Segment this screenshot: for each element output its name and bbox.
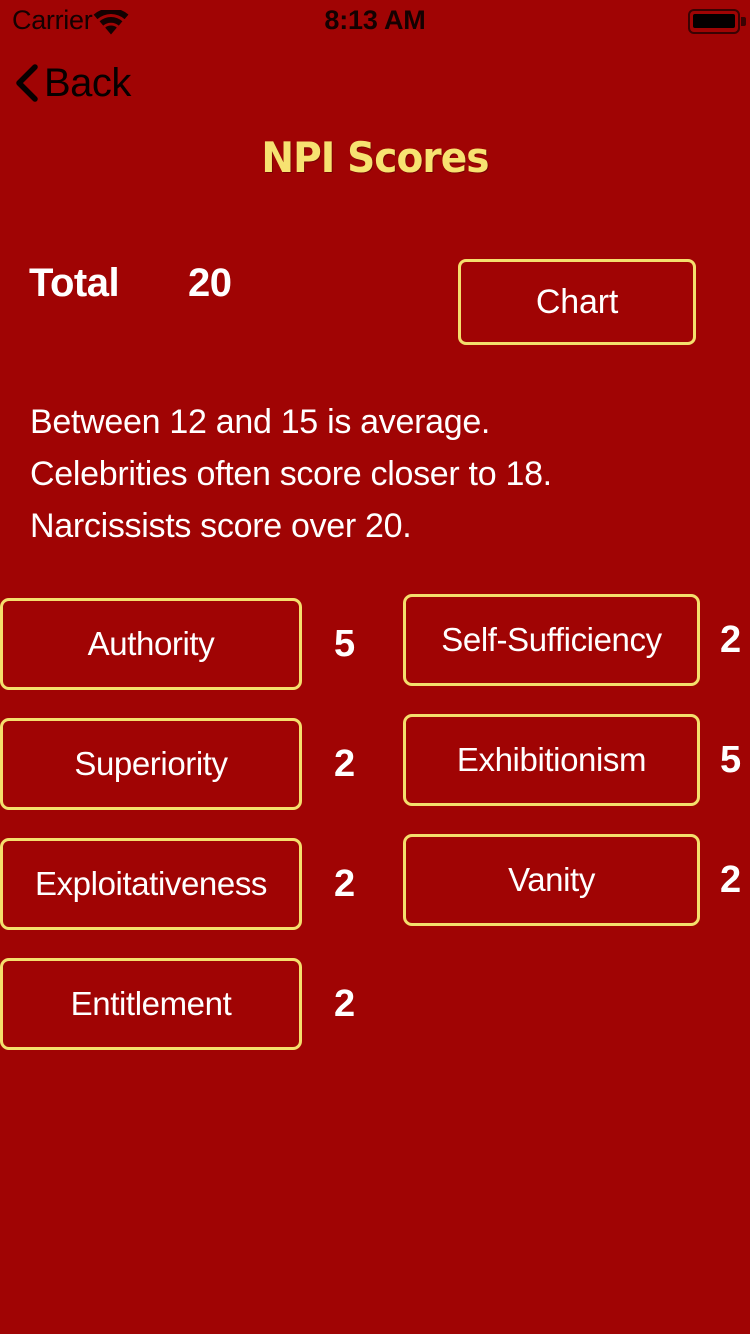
trait-button-exploitativeness[interactable]: Exploitativeness	[0, 838, 302, 930]
trait-button-exhibitionism[interactable]: Exhibitionism	[403, 714, 700, 806]
trait-button-superiority[interactable]: Superiority	[0, 718, 302, 810]
trait-score-exhibitionism: 5	[720, 738, 742, 781]
npi-scores-screen: Carrier 8:13 AM Back NPI Scores Total 20…	[0, 0, 750, 1334]
score-grid: Authority 5 Superiority 2 Exploitativene…	[0, 0, 750, 1050]
trait-score-entitlement: 2	[334, 982, 356, 1025]
trait-button-self-sufficiency[interactable]: Self-Sufficiency	[403, 594, 700, 686]
trait-button-vanity[interactable]: Vanity	[403, 834, 700, 926]
trait-score-superiority: 2	[334, 742, 356, 785]
trait-button-entitlement[interactable]: Entitlement	[0, 958, 302, 1050]
trait-button-authority[interactable]: Authority	[0, 598, 302, 690]
trait-score-vanity: 2	[720, 858, 742, 901]
trait-score-self-sufficiency: 2	[720, 618, 742, 661]
description-line-3: Narcissists score over 20.	[30, 507, 412, 545]
trait-score-exploitativeness: 2	[334, 862, 356, 905]
trait-score-authority: 5	[334, 622, 356, 665]
